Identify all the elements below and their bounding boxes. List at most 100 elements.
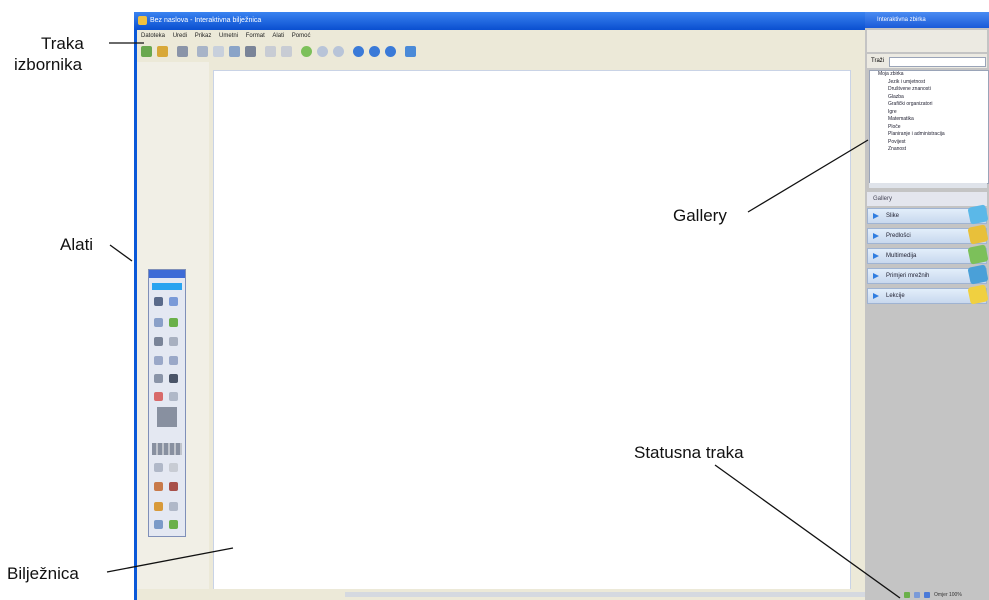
line-width-swatch[interactable]: [157, 407, 177, 427]
insert-page-icon[interactable]: [301, 46, 312, 57]
tree-item[interactable]: Znanost: [870, 146, 988, 154]
menu-bar: Datoteka Uredi Prikaz Umetni Format Alat…: [137, 30, 865, 42]
zoom-status-icon[interactable]: [924, 592, 930, 598]
screen-shade-icon[interactable]: [154, 520, 163, 529]
previous-page-icon[interactable]: [317, 46, 328, 57]
zoom-tool-icon[interactable]: [169, 297, 178, 306]
callout-menu-bar-line2: izbornika: [14, 55, 83, 74]
next-page-icon[interactable]: [333, 46, 344, 57]
menu-item-insert[interactable]: Umetni: [219, 30, 238, 42]
gallery-category-label: Primjeri mrežnih: [886, 273, 930, 279]
pen-tool-icon[interactable]: [154, 318, 163, 327]
lessons-thumbnail-icon: [967, 284, 989, 305]
zoom-out-icon[interactable]: [369, 46, 380, 57]
page-status-icon[interactable]: [914, 592, 920, 598]
table-tool-icon[interactable]: [169, 392, 178, 401]
gallery-tree: Moja zbirka Jezik i umjetnost Društvene …: [869, 70, 989, 184]
tree-item[interactable]: Igre: [870, 109, 988, 117]
line-tool-icon[interactable]: [169, 337, 178, 346]
recognition-icon[interactable]: [154, 502, 163, 511]
templates-thumbnail-icon: [967, 224, 989, 245]
toolbar: [137, 42, 865, 62]
undo-icon[interactable]: [265, 46, 276, 57]
menu-item-edit[interactable]: Uredi: [173, 30, 187, 42]
callout-notebook: Bilježnica: [7, 564, 79, 583]
expand-arrow-icon: [873, 253, 879, 259]
menu-item-tools[interactable]: Alati: [272, 30, 284, 42]
redo-icon[interactable]: [281, 46, 292, 57]
gallery-toolbar: [867, 30, 987, 52]
eraser-tool-icon[interactable]: [154, 337, 163, 346]
tree-root[interactable]: Moja zbirka: [870, 71, 988, 79]
tools-palette-caption[interactable]: [149, 270, 185, 278]
tree-item[interactable]: Planiranje i administracija: [870, 131, 988, 139]
images-thumbnail-icon: [967, 204, 989, 225]
screen-capture-icon[interactable]: [405, 46, 416, 57]
pattern-swatch[interactable]: [152, 443, 182, 455]
spotlight-icon[interactable]: [169, 520, 178, 529]
delete-icon[interactable]: [245, 46, 256, 57]
title-bar[interactable]: Bez naslova - Interaktivna bilježnica: [134, 12, 865, 30]
fill-tool-icon[interactable]: [169, 356, 178, 365]
connector-icon[interactable]: [169, 502, 178, 511]
notebook-page[interactable]: [213, 70, 851, 590]
tree-item[interactable]: Jezik i umjetnost: [870, 79, 988, 87]
tree-item[interactable]: Glazba: [870, 94, 988, 102]
effects-icon[interactable]: [169, 463, 178, 472]
status-bar-icons: Omjer 100%: [898, 590, 989, 600]
print-icon[interactable]: [177, 46, 188, 57]
highlighter-tool-icon[interactable]: [169, 318, 178, 327]
magic-ink-icon[interactable]: [169, 482, 178, 491]
menu-item-help[interactable]: Pomoć: [292, 30, 311, 42]
tree-item[interactable]: Društvene znanosti: [870, 86, 988, 94]
copy-icon[interactable]: [213, 46, 224, 57]
multimedia-thumbnail-icon: [967, 244, 989, 265]
zoom-in-icon[interactable]: [353, 46, 364, 57]
status-bar: [137, 589, 865, 600]
application-window: Bez naslova - Interaktivna bilježnica Da…: [134, 12, 865, 600]
leader-tools: [109, 244, 133, 262]
gallery-search-row: Traži: [867, 54, 987, 68]
text-tool-icon[interactable]: [154, 374, 163, 383]
select-tool-icon[interactable]: [154, 297, 163, 306]
menu-item-file[interactable]: Datoteka: [141, 30, 165, 42]
open-icon[interactable]: [157, 46, 168, 57]
callout-menu-bar-line1: Traka: [41, 34, 84, 53]
gallery-title-bar[interactable]: Interaktivna zbirka: [865, 12, 989, 28]
transparency-icon[interactable]: [154, 463, 163, 472]
zoom-fit-icon[interactable]: [385, 46, 396, 57]
gallery-category-label: Lekcije: [886, 293, 905, 299]
gallery-category-lessons[interactable]: Lekcije: [867, 284, 989, 305]
shape-tool-icon[interactable]: [154, 356, 163, 365]
paste-icon[interactable]: [229, 46, 240, 57]
gallery-category-multimedia[interactable]: Multimedija: [867, 244, 989, 265]
menu-item-view[interactable]: Prikaz: [195, 30, 212, 42]
expand-arrow-icon: [873, 213, 879, 219]
zoom-level-text: Omjer 100%: [934, 592, 962, 598]
tree-item[interactable]: Ploče: [870, 124, 988, 132]
gallery-tree-scrollbar[interactable]: [869, 183, 987, 188]
expand-arrow-icon: [873, 293, 879, 299]
gallery-search-input[interactable]: [889, 57, 986, 67]
tools-palette[interactable]: [148, 269, 186, 537]
cut-icon[interactable]: [197, 46, 208, 57]
status-bar-scroll[interactable]: [345, 592, 865, 597]
color-tool-icon[interactable]: [154, 392, 163, 401]
callout-gallery: Gallery: [673, 206, 727, 225]
tree-item[interactable]: Povijest: [870, 139, 988, 147]
pen-status-icon[interactable]: [904, 592, 910, 598]
web-examples-thumbnail-icon: [967, 264, 989, 285]
window-title: Bez naslova - Interaktivna bilježnica: [150, 17, 262, 24]
menu-item-format[interactable]: Format: [246, 30, 265, 42]
tree-item[interactable]: Grafički organizatori: [870, 101, 988, 109]
gallery-title: Interaktivna zbirka: [877, 17, 926, 23]
new-page-icon[interactable]: [141, 46, 152, 57]
tree-item[interactable]: Matematika: [870, 116, 988, 124]
expand-arrow-icon: [873, 233, 879, 239]
tools-palette-selector[interactable]: [152, 283, 182, 290]
font-tool-icon[interactable]: [169, 374, 178, 383]
creative-pen-icon[interactable]: [154, 482, 163, 491]
gallery-category-templates[interactable]: Predlošci: [867, 224, 989, 245]
gallery-category-web-examples[interactable]: Primjeri mrežnih: [867, 264, 989, 285]
gallery-category-images[interactable]: Slike: [867, 204, 989, 225]
